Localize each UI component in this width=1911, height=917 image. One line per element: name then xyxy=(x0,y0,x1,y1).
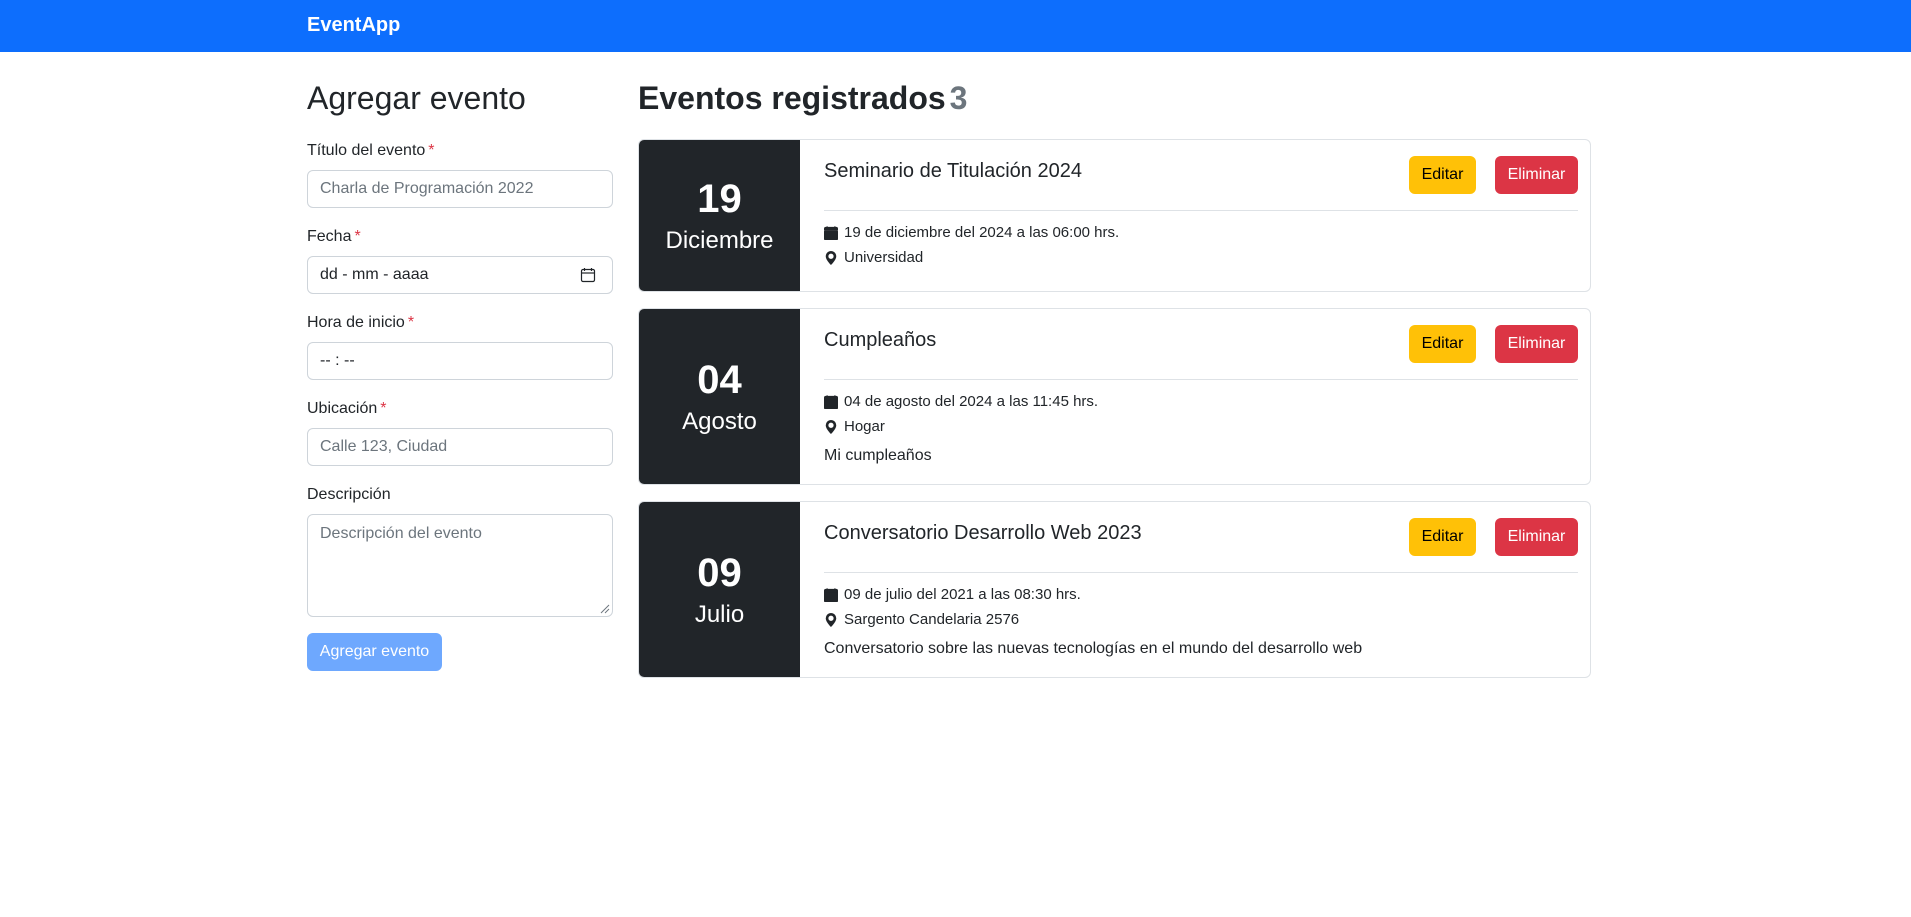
event-date-block: 09 Julio xyxy=(639,502,800,677)
event-month: Diciembre xyxy=(665,226,774,254)
description-placeholder: Descripción del evento xyxy=(320,525,482,542)
event-card-body: Conversatorio Desarrollo Web 2023 Editar… xyxy=(824,502,1578,677)
date-label: Fecha * xyxy=(307,228,361,245)
event-day: 09 xyxy=(697,550,742,595)
event-date-block: 04 Agosto xyxy=(639,309,800,484)
event-location: Sargento Candelaria 2576 xyxy=(824,611,1019,628)
event-day: 19 xyxy=(697,176,742,221)
event-card: 09 Julio Conversatorio Desarrollo Web 20… xyxy=(638,501,1591,678)
event-datetime: 04 de agosto del 2024 a las 11:45 hrs. xyxy=(824,393,1098,410)
location-input-placeholder: Calle 123, Ciudad xyxy=(320,438,448,455)
event-card-body: Cumpleaños Editar Eliminar 04 de agosto … xyxy=(824,309,1578,484)
delete-button[interactable]: Eliminar xyxy=(1495,518,1578,556)
calendar-icon xyxy=(824,225,838,240)
edit-button[interactable]: Editar xyxy=(1409,325,1476,363)
event-month: Agosto xyxy=(682,407,757,435)
time-label: Hora de inicio * xyxy=(307,314,415,331)
add-event-button[interactable]: Agregar evento xyxy=(307,633,442,671)
event-month: Julio xyxy=(694,600,745,628)
description-textarea[interactable]: Descripción del evento xyxy=(307,514,613,617)
event-title: Cumpleaños xyxy=(824,329,937,351)
calendar-icon xyxy=(824,587,838,602)
add-event-form: Agregar evento Título del evento * Charla… xyxy=(307,78,613,671)
events-count: 3 xyxy=(949,80,968,116)
title-label: Título del evento * xyxy=(307,142,435,159)
event-location: Hogar xyxy=(824,418,885,435)
event-card-body: Seminario de Titulación 2024 Editar Elim… xyxy=(824,140,1578,291)
edit-button[interactable]: Editar xyxy=(1409,156,1476,194)
event-card: 19 Diciembre Seminario de Titulación 202… xyxy=(638,139,1591,292)
time-input-value: -- : -- xyxy=(320,352,355,369)
date-input-value: dd - mm - aaaa xyxy=(320,266,429,283)
delete-button[interactable]: Eliminar xyxy=(1495,156,1578,194)
map-pin-icon xyxy=(825,250,837,265)
date-input[interactable]: dd - mm - aaaa xyxy=(307,256,613,294)
event-description: Mi cumpleaños xyxy=(824,447,932,464)
event-datetime: 09 de julio del 2021 a las 08:30 hrs. xyxy=(824,586,1081,603)
event-day: 04 xyxy=(697,357,742,402)
delete-button[interactable]: Eliminar xyxy=(1495,325,1578,363)
time-input[interactable]: -- : -- xyxy=(307,342,613,380)
edit-button[interactable]: Editar xyxy=(1409,518,1476,556)
divider xyxy=(824,379,1578,380)
description-label: Descripción xyxy=(307,486,391,503)
map-pin-icon xyxy=(825,612,837,627)
location-input[interactable]: Calle 123, Ciudad xyxy=(307,428,613,466)
title-input-placeholder: Charla de Programación 2022 xyxy=(320,180,534,197)
event-description: Conversatorio sobre las nuevas tecnologí… xyxy=(824,640,1363,657)
brand-link[interactable]: EventApp xyxy=(307,14,400,37)
event-card: 04 Agosto Cumpleaños Editar Eliminar 04 … xyxy=(638,308,1591,485)
event-date-block: 19 Diciembre xyxy=(639,140,800,291)
divider xyxy=(824,210,1578,211)
navbar: EventApp xyxy=(0,0,1911,52)
calendar-picker-icon[interactable] xyxy=(580,267,596,283)
divider xyxy=(824,572,1578,573)
event-location: Universidad xyxy=(824,249,923,266)
map-pin-icon xyxy=(825,419,837,434)
event-datetime: 19 de diciembre del 2024 a las 06:00 hrs… xyxy=(824,224,1119,241)
calendar-icon xyxy=(824,394,838,409)
events-list-title: Eventos registrados 3 xyxy=(638,80,968,116)
resize-handle-icon[interactable] xyxy=(598,602,610,614)
location-label: Ubicación * xyxy=(307,400,387,417)
event-title: Conversatorio Desarrollo Web 2023 xyxy=(824,522,1142,544)
form-title: Agregar evento xyxy=(307,80,526,116)
title-input[interactable]: Charla de Programación 2022 xyxy=(307,170,613,208)
event-title: Seminario de Titulación 2024 xyxy=(824,160,1082,182)
